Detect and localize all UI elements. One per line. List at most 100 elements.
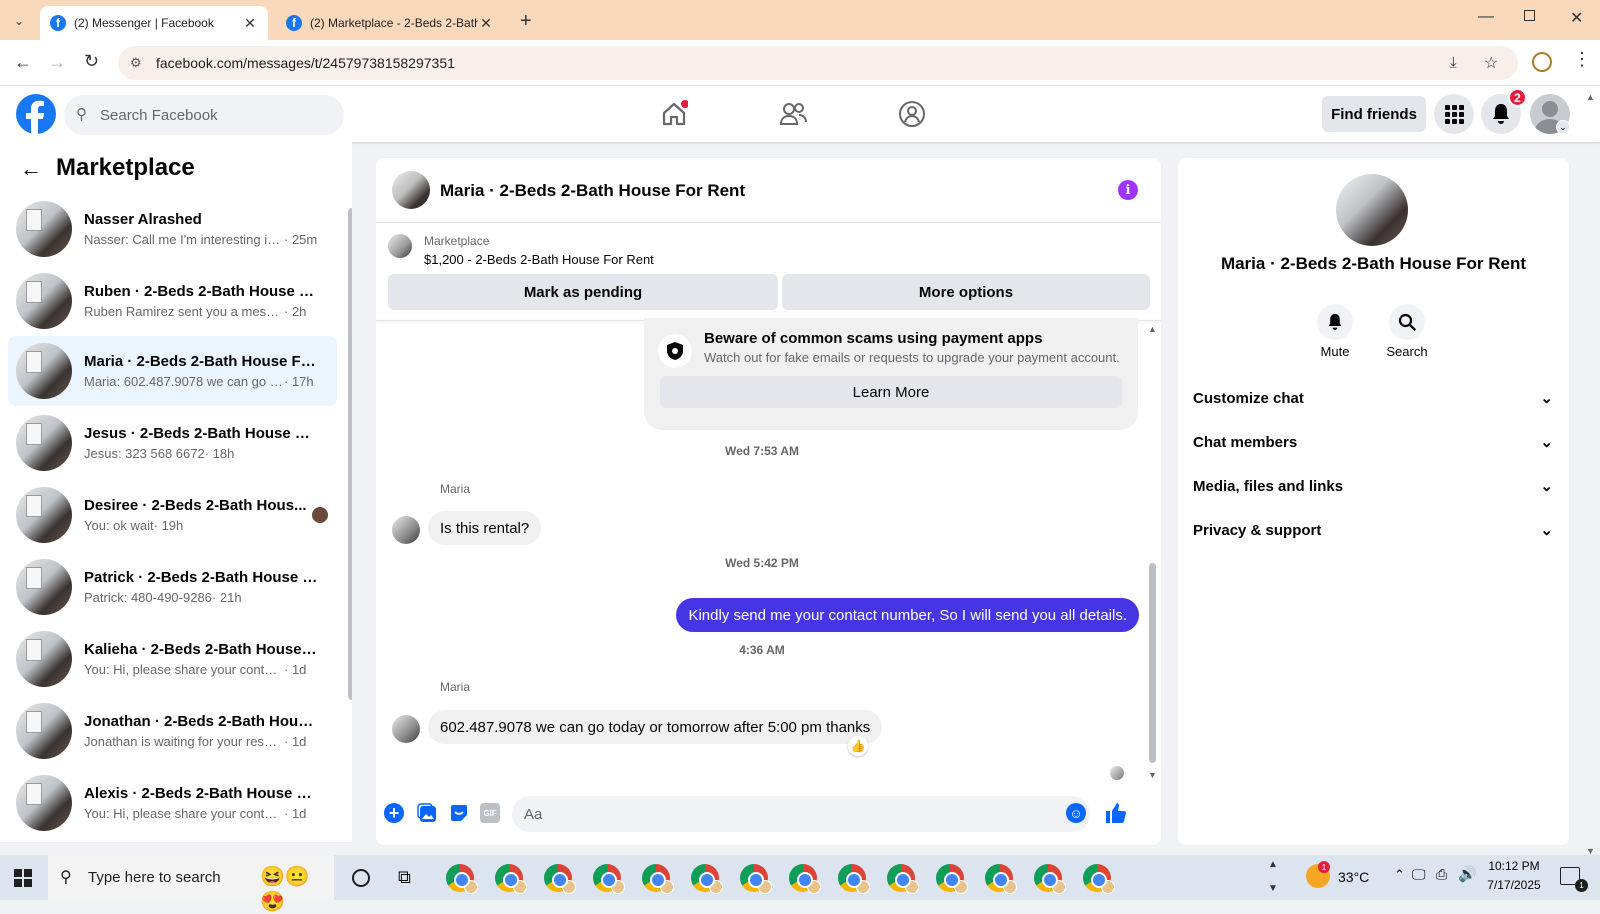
back-icon[interactable]: ← — [14, 52, 32, 73]
conversation-item[interactable]: Jonathan · 2-Beds 2-Bath House... Jonath… — [8, 696, 337, 766]
sender-avatar[interactable] — [392, 516, 420, 544]
sidebar-scrollbar[interactable] — [348, 208, 352, 700]
emoji-icon[interactable]: ☺ — [1066, 803, 1086, 823]
listing-description[interactable]: $1,200 - 2-Beds 2-Bath House For Rent — [424, 252, 654, 267]
scroll-up-icon[interactable]: ▲ — [1148, 324, 1157, 334]
chrome-app-icon[interactable] — [936, 864, 968, 894]
conversation-item[interactable]: Alexis · 2-Beds 2-Bath House Fo... You: … — [8, 768, 337, 838]
facebook-search-input[interactable]: ⚲ Search Facebook — [64, 95, 344, 135]
thumbs-up-reaction-icon[interactable]: 👍 — [848, 736, 868, 756]
site-info-icon[interactable]: ⚙ — [130, 55, 142, 71]
gif-icon[interactable]: GIF — [480, 803, 500, 823]
cortana-icon[interactable] — [352, 869, 370, 887]
privacy-support-row[interactable]: Privacy & support ⌄ — [1193, 518, 1553, 542]
show-hidden-icons-icon[interactable]: ⌃ — [1394, 867, 1405, 883]
task-view-icon[interactable]: ⧉ — [398, 867, 411, 888]
bookmark-star-icon[interactable]: ☆ — [1484, 53, 1498, 73]
close-tab-icon[interactable]: ✕ — [478, 15, 494, 32]
menu-button[interactable] — [1434, 94, 1474, 134]
windows-start-icon[interactable] — [14, 869, 32, 887]
scroll-down-icon[interactable]: ▼ — [1148, 770, 1157, 780]
search-icon: ⚲ — [60, 869, 72, 886]
chat-title[interactable]: Maria · 2-Beds 2-Bath House For Rent — [440, 181, 745, 201]
meet-now-icon[interactable]: ⎙ — [1436, 866, 1447, 883]
chrome-app-icon[interactable] — [789, 864, 821, 894]
incoming-message[interactable]: Is this rental? — [428, 511, 542, 545]
info-avatar[interactable] — [1336, 174, 1408, 246]
conversation-item[interactable]: Jesus · 2-Beds 2-Bath House For... Jesus… — [8, 408, 337, 478]
conversation-item[interactable]: Ruben · 2-Beds 2-Bath House Fo... Ruben … — [8, 266, 337, 336]
account-chevron-icon[interactable]: ⌄ — [1556, 120, 1570, 134]
windows-taskbar: ⚲ Type here to search 😆😐😍 ⧉ ▲ ▼ 1 33°C ⌃ … — [0, 853, 1600, 913]
taskbar-search-box[interactable]: ⚲ Type here to search 😆😐😍 — [48, 855, 334, 913]
close-tab-icon[interactable]: ✕ — [242, 15, 258, 32]
minimize-icon[interactable]: — — [1478, 8, 1494, 26]
chat-members-row[interactable]: Chat members ⌄ — [1193, 430, 1553, 454]
chrome-app-icon[interactable] — [887, 864, 919, 894]
search-in-chat-button[interactable] — [1389, 304, 1425, 340]
chrome-app-icon[interactable] — [1034, 864, 1066, 894]
chrome-app-icon[interactable] — [838, 864, 870, 894]
temperature[interactable]: 33°C — [1338, 869, 1369, 885]
find-friends-button[interactable]: Find friends — [1322, 96, 1426, 132]
conversation-item[interactable]: Kalieha · 2-Beds 2-Bath House F... You: … — [8, 624, 337, 694]
conversation-item[interactable]: Patrick · 2-Beds 2-Bath House F... Patri… — [8, 552, 337, 622]
mute-button[interactable] — [1317, 304, 1353, 340]
browser-menu-icon[interactable]: ⋮ — [1573, 50, 1591, 68]
conversation-item[interactable]: Desiree · 2-Beds 2-Bath Hous... You: ok … — [8, 480, 337, 550]
chrome-app-icon[interactable] — [642, 864, 674, 894]
add-attachment-icon[interactable]: + — [384, 803, 404, 823]
chrome-app-icon[interactable] — [740, 864, 772, 894]
new-tab-icon[interactable]: + — [520, 10, 532, 33]
chrome-app-icon[interactable] — [691, 864, 723, 894]
conversation-item-selected[interactable]: Maria · 2-Beds 2-Bath House For... Maria… — [8, 336, 337, 406]
close-window-icon[interactable]: ✕ — [1570, 8, 1583, 28]
media-files-links-row[interactable]: Media, files and links ⌄ — [1193, 474, 1553, 498]
mark-pending-button[interactable]: Mark as pending — [388, 274, 778, 310]
incoming-message[interactable]: 602.487.9078 we can go today or tomorrow… — [428, 710, 883, 744]
groups-icon[interactable] — [898, 100, 926, 128]
like-icon[interactable] — [1104, 801, 1128, 825]
clock-date[interactable]: 7/17/2025 — [1474, 878, 1554, 892]
home-icon[interactable] — [660, 100, 688, 128]
conversation-item[interactable]: Nasser Alrashed Nasser: Call me I'm inte… — [8, 194, 337, 264]
read-receipt-avatar — [312, 507, 328, 523]
chevron-down-icon: ⌄ — [1540, 390, 1553, 407]
tab-marketplace[interactable]: f (2) Marketplace - 2-Beds 2-Bath ✕ — [276, 6, 504, 40]
facebook-header: ⚲ Search Facebook Find friends 2 ⌄ — [0, 86, 1600, 142]
chat-scrollbar[interactable] — [1149, 563, 1156, 763]
customize-chat-row[interactable]: Customize chat ⌄ — [1193, 386, 1553, 410]
chrome-app-icon[interactable] — [446, 864, 478, 894]
page-scroll-up-icon[interactable]: ▲ — [1586, 92, 1595, 102]
reload-icon[interactable]: ↻ — [84, 51, 99, 72]
tab-messenger[interactable]: f (2) Messenger | Facebook ✕ — [40, 6, 268, 40]
chrome-app-icon[interactable] — [495, 864, 527, 894]
notification-badge: 2 — [1508, 88, 1527, 107]
message-input[interactable]: Aa — [512, 796, 1090, 832]
chrome-app-icon[interactable] — [544, 864, 576, 894]
chat-avatar[interactable] — [392, 171, 430, 209]
more-options-button[interactable]: More options — [782, 274, 1150, 310]
facebook-logo-icon[interactable] — [16, 94, 56, 134]
install-app-icon[interactable]: ⤓ — [1450, 54, 1457, 71]
friends-icon[interactable] — [779, 100, 807, 128]
profile-icon[interactable] — [1532, 52, 1552, 72]
chrome-app-icon[interactable] — [593, 864, 625, 894]
chrome-app-icon[interactable] — [985, 864, 1017, 894]
conversation-time: · 1d — [284, 734, 307, 749]
info-icon[interactable]: i — [1118, 180, 1138, 200]
taskbar-scroll-icon[interactable]: ▲ ▼ — [1268, 853, 1278, 901]
learn-more-button[interactable]: Learn More — [660, 376, 1122, 408]
photo-icon[interactable] — [417, 803, 437, 823]
back-arrow-icon[interactable]: ← — [20, 156, 42, 182]
clock-time[interactable]: 10:12 PM — [1474, 859, 1554, 873]
sender-avatar[interactable] — [392, 715, 420, 743]
forward-icon[interactable]: → — [48, 52, 66, 73]
restore-icon[interactable] — [1524, 10, 1535, 21]
chrome-app-icon[interactable] — [1083, 864, 1115, 894]
tab-search-chevron-icon[interactable]: ⌄ — [10, 12, 28, 30]
sticker-icon[interactable] — [449, 803, 469, 823]
outgoing-message[interactable]: Kindly send me your contact number, So I… — [676, 598, 1139, 632]
network-icon[interactable]: 🖵 — [1412, 866, 1426, 883]
address-bar[interactable]: ⚙ facebook.com/messages/t/24579738158297… — [118, 46, 1518, 80]
